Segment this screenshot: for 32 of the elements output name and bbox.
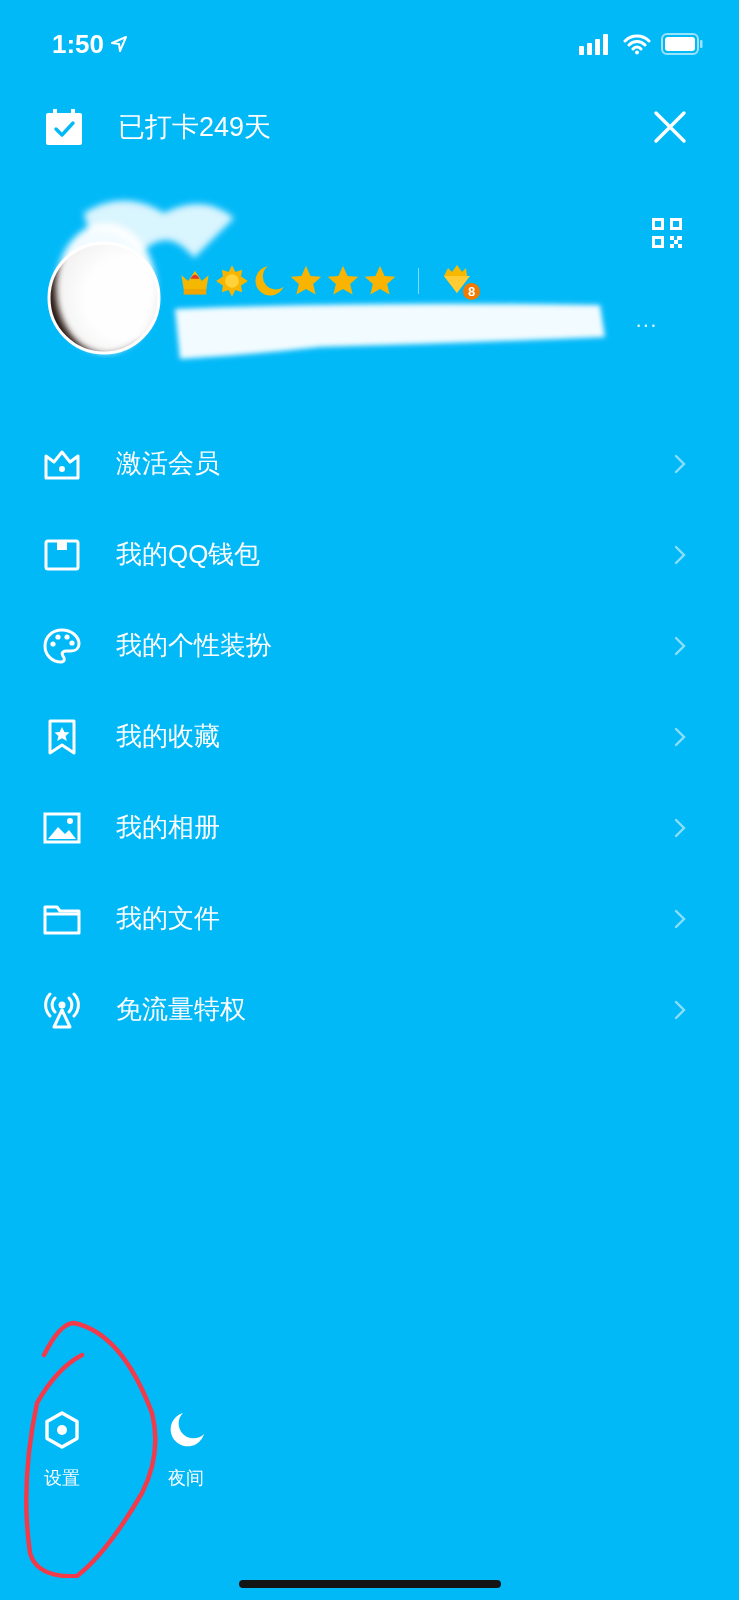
menu-item[interactable]: 免流量特权 xyxy=(0,964,739,1055)
checkin-text: 已打卡249天 xyxy=(118,111,273,144)
sun-badge-icon xyxy=(215,264,249,298)
bottom-action-button[interactable]: 设置 xyxy=(42,1410,82,1490)
menu-item[interactable]: 我的相册 xyxy=(0,782,739,873)
chevron-icon xyxy=(673,998,687,1021)
menu-item[interactable]: 我的个性装扮 xyxy=(0,600,739,691)
location-arrow-icon xyxy=(110,35,129,53)
menu-item[interactable]: 我的收藏 xyxy=(0,691,739,782)
qr-code-icon[interactable] xyxy=(651,217,683,249)
menu-item[interactable]: 我的QQ钱包 xyxy=(0,509,739,600)
star-badge-icon xyxy=(326,264,360,298)
close-button[interactable] xyxy=(653,110,687,144)
chevron-icon xyxy=(673,907,687,930)
chevron-icon xyxy=(673,543,687,566)
battery-icon xyxy=(661,33,703,55)
menu-item[interactable]: 激活会员 xyxy=(0,418,739,509)
chevron-icon xyxy=(673,634,687,657)
more-dots[interactable]: ··· xyxy=(635,312,657,338)
calendar-check-icon xyxy=(44,107,84,147)
moon-badge-icon xyxy=(252,264,286,298)
chevron-icon xyxy=(673,816,687,839)
star-badge-icon xyxy=(363,264,397,298)
star-badge-icon xyxy=(289,264,323,298)
menu-item[interactable]: 我的文件 xyxy=(0,873,739,964)
settings-icon xyxy=(42,1410,82,1450)
chevron-icon xyxy=(673,725,687,748)
wifi-icon xyxy=(623,33,651,55)
level-diamond-badge: 8 xyxy=(440,262,480,300)
status-time: 1:50 xyxy=(52,28,105,60)
bottom-action-button[interactable]: 夜间 xyxy=(166,1410,206,1490)
chevron-icon xyxy=(673,452,687,475)
